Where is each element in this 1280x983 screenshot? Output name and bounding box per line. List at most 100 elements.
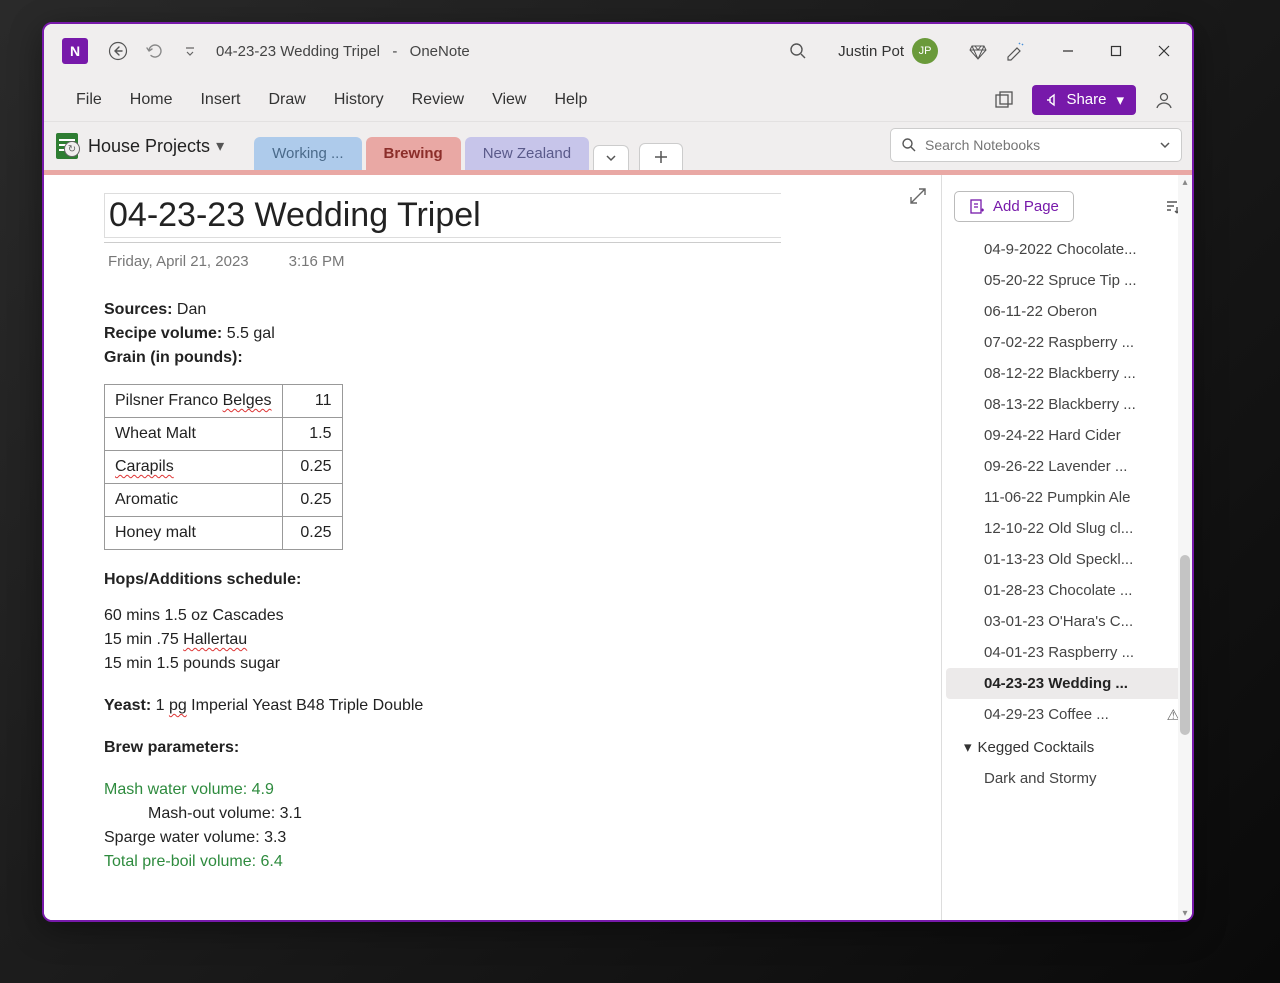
arrow-left-icon [108, 41, 128, 61]
page-list-item[interactable]: 03-01-23 O'Hara's C... [946, 606, 1188, 637]
page-list-item[interactable]: 08-12-22 Blackberry ... [946, 358, 1188, 389]
page-list-item[interactable]: 04-23-23 Wedding ... [946, 668, 1188, 699]
expand-page-button[interactable] [909, 187, 927, 205]
user-avatar[interactable]: JP [912, 38, 938, 64]
close-icon [1158, 45, 1170, 57]
add-page-button[interactable]: Add Page [954, 191, 1074, 222]
note-content[interactable]: Sources: Dan Recipe volume: 5.5 gal Grai… [104, 298, 941, 874]
ribbon-home[interactable]: Home [116, 83, 187, 117]
hops-label: Hops/Additions schedule: [104, 571, 301, 588]
section-tab-brewing[interactable]: Brewing [366, 137, 461, 170]
premium-button[interactable] [960, 33, 996, 69]
ribbon-history[interactable]: History [320, 83, 398, 117]
undo-icon [144, 41, 164, 61]
share-button[interactable]: Share ▾ [1032, 85, 1136, 115]
page-list-item[interactable]: 08-13-22 Blackberry ... [946, 389, 1188, 420]
ribbon-view[interactable]: View [478, 83, 540, 117]
page-list-item[interactable]: Dark and Stormy [946, 763, 1188, 794]
pagelist-scrollbar[interactable]: ▴ ▾ [1178, 175, 1192, 920]
open-in-new-window-button[interactable] [984, 80, 1024, 120]
notebook-chevron-icon[interactable]: ▾ [216, 136, 224, 156]
ribbon-menu: FileHomeInsertDrawHistoryReviewViewHelp … [44, 78, 1192, 122]
share-label: Share [1066, 91, 1106, 108]
close-button[interactable] [1140, 29, 1188, 73]
section-tab-working-[interactable]: Working ... [254, 137, 361, 170]
volume-label: Recipe volume: [104, 325, 222, 342]
page-list-item[interactable]: 11-06-22 Pumpkin Ale [946, 482, 1188, 513]
scrollbar-thumb[interactable] [1180, 555, 1190, 735]
user-name[interactable]: Justin Pot [838, 43, 904, 60]
search-input[interactable] [925, 137, 1159, 153]
sync-status-icon[interactable]: ↻ [64, 141, 80, 157]
table-row[interactable]: Wheat Malt1.5 [105, 418, 343, 451]
preboil-volume: Total pre-boil volume: 6.4 [104, 850, 941, 874]
page-list-item[interactable]: 07-02-22 Raspberry ... [946, 327, 1188, 358]
chevron-down-icon [605, 152, 617, 164]
page-list-item[interactable]: 06-11-22 Oberon [946, 296, 1188, 327]
ribbon-draw[interactable]: Draw [254, 83, 319, 117]
share-icon [1044, 92, 1060, 108]
back-button[interactable] [100, 33, 136, 69]
page-list-item[interactable]: 04-29-23 Coffee ... [946, 699, 1188, 731]
diamond-icon [968, 41, 988, 61]
undo-button[interactable] [136, 33, 172, 69]
yeast-label: Yeast: [104, 697, 151, 714]
page-list-item[interactable]: 01-13-23 Old Speckl... [946, 544, 1188, 575]
page-list-item[interactable]: 04-01-23 Raspberry ... [946, 637, 1188, 668]
page-list-item[interactable]: 09-26-22 Lavender ... [946, 451, 1188, 482]
windows-icon [994, 90, 1014, 110]
page-group-toggle[interactable]: ▾Kegged Cocktails [946, 731, 1188, 763]
ribbon-file[interactable]: File [62, 83, 116, 117]
table-row[interactable]: Honey malt0.25 [105, 517, 343, 550]
page-title-input[interactable]: 04-23-23 Wedding Tripel [104, 193, 781, 238]
search-icon [901, 137, 917, 153]
table-row[interactable]: Pilsner Franco Belges11 [105, 385, 343, 418]
note-canvas[interactable]: 04-23-23 Wedding Tripel Friday, April 21… [44, 175, 942, 920]
grain-label: Grain (in pounds): [104, 349, 243, 366]
chevron-down-icon [184, 45, 196, 57]
expand-icon [909, 187, 927, 205]
table-row[interactable]: Aromatic0.25 [105, 484, 343, 517]
chevron-down-icon: ▾ [1116, 91, 1124, 109]
mash-water: Mash water volume: 4.9 [104, 778, 941, 802]
scroll-up-arrow[interactable]: ▴ [1180, 177, 1190, 187]
maximize-button[interactable] [1092, 29, 1140, 73]
titlebar: N 04-23-23 Wedding Tripel - OneNote Just… [44, 24, 1192, 78]
page-list-item[interactable]: 04-9-2022 Chocolate... [946, 234, 1188, 265]
plus-icon [654, 150, 668, 164]
chevron-down-icon[interactable] [1159, 139, 1171, 151]
page-time: 3:16 PM [289, 253, 345, 270]
page-list-item[interactable]: 12-10-22 Old Slug cl... [946, 513, 1188, 544]
hops-line: 60 mins 1.5 oz Cascades [104, 604, 941, 628]
minimize-button[interactable] [1044, 29, 1092, 73]
more-sections-button[interactable] [593, 145, 629, 170]
minimize-icon [1062, 45, 1074, 57]
pen-button[interactable] [996, 33, 1032, 69]
section-tab-new-zealand[interactable]: New Zealand [465, 137, 589, 170]
add-section-button[interactable] [639, 143, 683, 170]
sparge-water: Sparge water volume: 3.3 [104, 826, 941, 850]
volume-value: 5.5 gal [222, 325, 274, 342]
ribbon-help[interactable]: Help [540, 83, 601, 117]
maximize-icon [1110, 45, 1122, 57]
mash-out: Mash-out volume: 3.1 [104, 802, 941, 826]
brew-params-label: Brew parameters: [104, 739, 239, 756]
page-list-item[interactable]: 09-24-22 Hard Cider [946, 420, 1188, 451]
search-notebooks-box[interactable] [890, 128, 1182, 162]
table-row[interactable]: Carapils0.25 [105, 451, 343, 484]
customize-qat-button[interactable] [172, 33, 208, 69]
ribbon-review[interactable]: Review [398, 83, 478, 117]
title-separator: - [384, 43, 406, 60]
comments-button[interactable] [1144, 80, 1184, 120]
notebook-picker[interactable]: House Projects [88, 136, 210, 157]
page-list-item[interactable]: 05-20-22 Spruce Tip ... [946, 265, 1188, 296]
notebook-sections-row: ↻ House Projects ▾ Working ...BrewingNew… [44, 122, 1192, 170]
search-button[interactable] [780, 33, 816, 69]
document-title: 04-23-23 Wedding Tripel [216, 43, 380, 60]
grain-table[interactable]: Pilsner Franco Belges11Wheat Malt1.5Cara… [104, 384, 343, 550]
ribbon-insert[interactable]: Insert [186, 83, 254, 117]
scroll-down-arrow[interactable]: ▾ [1180, 908, 1190, 918]
hops-line: 15 min 1.5 pounds sugar [104, 652, 941, 676]
search-icon [789, 42, 807, 60]
page-list-item[interactable]: 01-28-23 Chocolate ... [946, 575, 1188, 606]
